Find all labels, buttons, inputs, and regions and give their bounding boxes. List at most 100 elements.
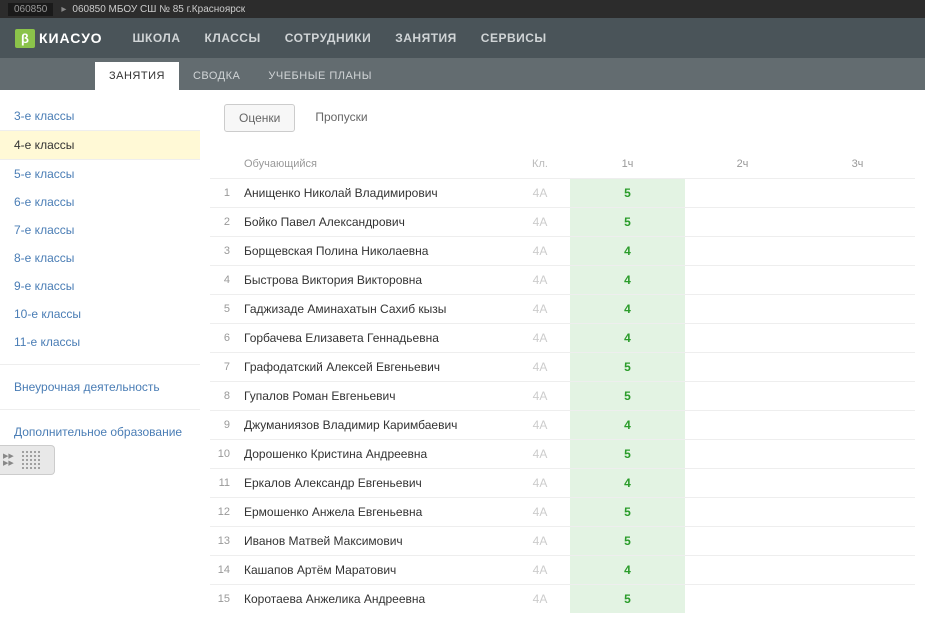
cell-num: 10 (210, 448, 240, 460)
subnav-plans[interactable]: УЧЕБНЫЕ ПЛАНЫ (254, 62, 386, 90)
tab-absences[interactable]: Пропуски (301, 104, 381, 132)
cell-class: 4А (510, 534, 570, 548)
grade-value: 4 (570, 295, 685, 323)
table-row[interactable]: 1Анищенко Николай Владимирович4А5 (210, 178, 915, 207)
cell-student-name: Гаджизаде Аминахатын Сахиб кызы (240, 302, 510, 316)
table-row[interactable]: 14Кашапов Артём Маратович4А4 (210, 555, 915, 584)
cell-class: 4А (510, 244, 570, 258)
table-row[interactable]: 8Гупалов Роман Евгеньевич4А5 (210, 381, 915, 410)
sidebar-item-grade[interactable]: 7-е классы (0, 216, 200, 244)
table-row[interactable]: 13Иванов Матвей Максимович4А5 (210, 526, 915, 555)
table-row[interactable]: 3Борщевская Полина Николаевна4А4 (210, 236, 915, 265)
cell-class: 4А (510, 447, 570, 461)
table-row[interactable]: 11Еркалов Александр Евгеньевич4А4 (210, 468, 915, 497)
sidebar-item-grade[interactable]: 9-е классы (0, 272, 200, 300)
sidebar-item-grade[interactable]: 8-е классы (0, 244, 200, 272)
subnav-lessons[interactable]: ЗАНЯТИЯ (95, 62, 179, 90)
cell-class: 4А (510, 592, 570, 606)
cell-q1: 5 (570, 186, 685, 200)
nav-services[interactable]: СЕРВИСЫ (481, 31, 547, 45)
cell-student-name: Кашапов Артём Маратович (240, 563, 510, 577)
floating-widget[interactable]: ▶▶▶▶ (0, 445, 55, 475)
grade-value: 4 (570, 411, 685, 439)
th-quarter1: 1ч (570, 158, 685, 170)
cell-q1: 4 (570, 563, 685, 577)
top-bar: 060850 ▸ 060850 МБОУ СШ № 85 г.Красноярс… (0, 0, 925, 18)
table-row[interactable]: 15Коротаева Анжелика Андреевна4А5 (210, 584, 915, 613)
sidebar-item-grade[interactable]: 4-е классы (0, 130, 200, 160)
table-row[interactable]: 5Гаджизаде Аминахатын Сахиб кызы4А4 (210, 294, 915, 323)
cell-class: 4А (510, 476, 570, 490)
school-code: 060850 (8, 3, 53, 16)
cell-q1: 4 (570, 476, 685, 490)
cell-q1: 5 (570, 534, 685, 548)
cell-class: 4А (510, 215, 570, 229)
cell-student-name: Анищенко Николай Владимирович (240, 186, 510, 200)
cell-num: 3 (210, 245, 240, 257)
sidebar-separator (0, 409, 200, 410)
th-quarter3: 3ч (800, 158, 915, 170)
cell-class: 4А (510, 302, 570, 316)
cell-class: 4А (510, 563, 570, 577)
table-row[interactable]: 10Дорошенко Кристина Андреевна4А5 (210, 439, 915, 468)
grade-value: 4 (570, 324, 685, 352)
grade-value: 5 (570, 498, 685, 526)
grade-value: 5 (570, 527, 685, 555)
nav-classes[interactable]: КЛАССЫ (205, 31, 261, 45)
cell-class: 4А (510, 360, 570, 374)
grade-table: Обучающийся Кл. 1ч 2ч 3ч 1Анищенко Никол… (210, 150, 915, 613)
cell-q1: 5 (570, 215, 685, 229)
cell-student-name: Горбачева Елизавета Геннадьевна (240, 331, 510, 345)
cell-student-name: Джуманиязов Владимир Каримбаевич (240, 418, 510, 432)
breadcrumb-arrow-icon: ▸ (61, 4, 66, 15)
cell-num: 2 (210, 216, 240, 228)
nav-lessons[interactable]: ЗАНЯТИЯ (395, 31, 457, 45)
table-row[interactable]: 7Графодатский Алексей Евгеньевич4А5 (210, 352, 915, 381)
grade-value: 5 (570, 585, 685, 613)
cell-class: 4А (510, 186, 570, 200)
cell-student-name: Еркалов Александр Евгеньевич (240, 476, 510, 490)
nav-staff[interactable]: СОТРУДНИКИ (285, 31, 372, 45)
cell-num: 12 (210, 506, 240, 518)
sidebar-item-grade[interactable]: 10-е классы (0, 300, 200, 328)
grade-value: 4 (570, 237, 685, 265)
table-row[interactable]: 12Ермошенко Анжела Евгеньевна4А5 (210, 497, 915, 526)
cell-num: 4 (210, 274, 240, 286)
sidebar-item-grade[interactable]: 11-е классы (0, 328, 200, 356)
cell-q1: 4 (570, 273, 685, 287)
sidebar-item-grade[interactable]: 3-е классы (0, 102, 200, 130)
cell-num: 14 (210, 564, 240, 576)
cell-q1: 5 (570, 592, 685, 606)
cell-class: 4А (510, 273, 570, 287)
sidebar: 3-е классы4-е классы5-е классы6-е классы… (0, 90, 200, 627)
table-row[interactable]: 2Бойко Павел Александрович4А5 (210, 207, 915, 236)
sidebar-extracurricular[interactable]: Внеурочная деятельность (0, 373, 200, 401)
cell-class: 4А (510, 331, 570, 345)
cell-student-name: Гупалов Роман Евгеньевич (240, 389, 510, 403)
sidebar-item-grade[interactable]: 5-е классы (0, 160, 200, 188)
logo-text: КИАСУО (39, 30, 103, 46)
table-row[interactable]: 4Быстрова Виктория Викторовна4А4 (210, 265, 915, 294)
table-row[interactable]: 9Джуманиязов Владимир Каримбаевич4А4 (210, 410, 915, 439)
grade-value: 5 (570, 440, 685, 468)
table-row[interactable]: 6Горбачева Елизавета Геннадьевна4А4 (210, 323, 915, 352)
cell-student-name: Борщевская Полина Николаевна (240, 244, 510, 258)
grade-value: 5 (570, 353, 685, 381)
cell-student-name: Графодатский Алексей Евгеньевич (240, 360, 510, 374)
cell-student-name: Иванов Матвей Максимович (240, 534, 510, 548)
cell-num: 7 (210, 361, 240, 373)
sub-nav: ЗАНЯТИЯ СВОДКА УЧЕБНЫЕ ПЛАНЫ (0, 58, 925, 90)
tab-grades[interactable]: Оценки (224, 104, 295, 132)
cell-q1: 4 (570, 244, 685, 258)
sidebar-item-grade[interactable]: 6-е классы (0, 188, 200, 216)
nav-school[interactable]: ШКОЛА (132, 31, 180, 45)
cell-student-name: Коротаева Анжелика Андреевна (240, 592, 510, 606)
cell-num: 9 (210, 419, 240, 431)
cell-q1: 5 (570, 447, 685, 461)
cell-class: 4А (510, 505, 570, 519)
cell-class: 4А (510, 389, 570, 403)
cell-num: 13 (210, 535, 240, 547)
subnav-summary[interactable]: СВОДКА (179, 62, 254, 90)
cell-class: 4А (510, 418, 570, 432)
sidebar-additional-edu[interactable]: Дополнительное образование (0, 418, 200, 446)
